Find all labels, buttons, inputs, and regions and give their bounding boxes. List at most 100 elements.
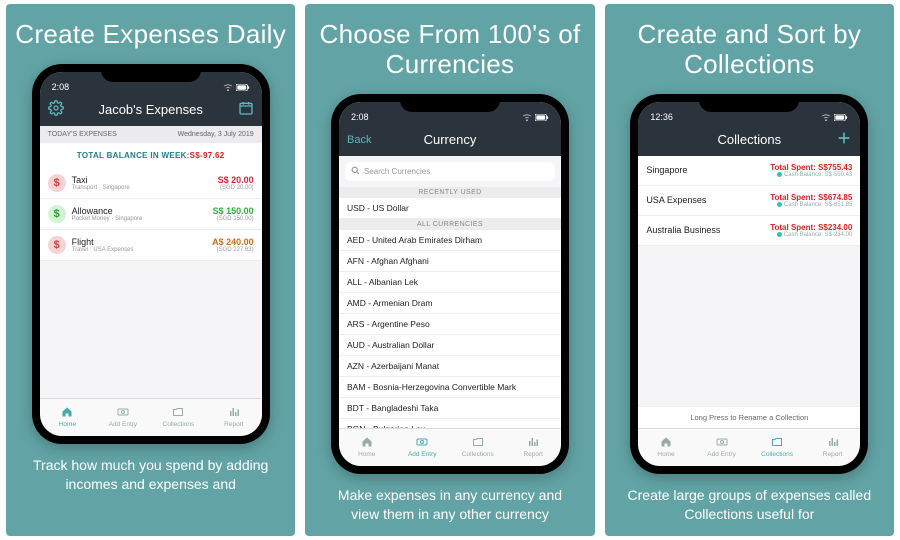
tab-label: Add Entry xyxy=(109,421,138,428)
tab-collections[interactable]: Collections xyxy=(450,429,506,466)
battery-icon xyxy=(535,114,549,121)
currency-row[interactable]: AED - United Arab Emirates Dirham xyxy=(339,230,561,251)
balance-value: S$-97.62 xyxy=(190,151,225,160)
currency-row[interactable]: AUD - Australian Dollar xyxy=(339,335,561,356)
expense-title: Taxi xyxy=(72,175,218,185)
screen-body: TODAY'S EXPENSES Wednesday, 3 July 2019 … xyxy=(40,126,262,398)
currency-row[interactable]: BAM - Bosnia-Herzegovina Convertible Mar… xyxy=(339,377,561,398)
expense-row[interactable]: $ TaxiTransport · Singapore S$ 20.00(SGD… xyxy=(40,168,262,199)
wifi-icon xyxy=(522,114,532,122)
add-entry-icon xyxy=(415,436,429,450)
collections-icon xyxy=(471,436,485,450)
home-icon xyxy=(360,436,374,450)
home-icon xyxy=(659,436,673,450)
tab-home[interactable]: Home xyxy=(40,399,96,436)
back-button[interactable]: Back xyxy=(347,134,371,146)
status-dot-icon xyxy=(777,202,782,207)
dollar-icon: $ xyxy=(48,174,66,192)
expense-row[interactable]: $ AllowancePocket Money · Singapore S$ 1… xyxy=(40,199,262,230)
status-icons xyxy=(522,114,549,122)
phone-screen: 12:36 Collections Singapore Total Spent:… xyxy=(638,102,860,466)
status-icons xyxy=(223,84,250,92)
add-collection-icon[interactable] xyxy=(836,130,852,149)
tab-label: Collections xyxy=(761,451,793,458)
panel-title: Choose From 100's of Currencies xyxy=(313,20,586,80)
wifi-icon xyxy=(821,114,831,122)
collection-cash: Cash Balance: S$-550.43 xyxy=(770,172,852,178)
tab-collections[interactable]: Collections xyxy=(151,399,207,436)
collection-total: Total Spent: S$755.43 xyxy=(770,163,852,172)
marketing-panels: Create Expenses Daily 2:08 Jacob's Expen… xyxy=(0,0,900,540)
report-icon xyxy=(526,436,540,450)
panel-caption: Create large groups of expenses called C… xyxy=(613,486,886,524)
status-dot-icon xyxy=(777,172,782,177)
expense-title: Allowance xyxy=(72,206,213,216)
tab-report[interactable]: Report xyxy=(805,429,861,466)
currency-row[interactable]: ALL - Albanian Lek xyxy=(339,272,561,293)
battery-icon xyxy=(834,114,848,121)
tab-home[interactable]: Home xyxy=(339,429,395,466)
add-entry-icon xyxy=(116,406,130,420)
tab-label: Collections xyxy=(462,451,494,458)
notch xyxy=(699,94,799,112)
calendar-icon[interactable] xyxy=(238,100,254,119)
tab-add-entry[interactable]: Add Entry xyxy=(394,429,450,466)
screen-body: Search Currencies RECENTLY USED USD - US… xyxy=(339,156,561,428)
app-header: Jacob's Expenses xyxy=(40,94,262,126)
tab-add-entry[interactable]: Add Entry xyxy=(95,399,151,436)
currency-row[interactable]: AMD - Armenian Dram xyxy=(339,293,561,314)
tab-report[interactable]: Report xyxy=(206,399,262,436)
expense-row[interactable]: $ FlightTravel · USA Expenses A$ 240.00(… xyxy=(40,230,262,261)
section-all: ALL CURRENCIES xyxy=(339,219,561,230)
panel-collections: Create and Sort by Collections 12:36 Col… xyxy=(605,4,894,536)
panel-title: Create and Sort by Collections xyxy=(613,20,886,80)
report-icon xyxy=(227,406,241,420)
report-icon xyxy=(826,436,840,450)
currency-row[interactable]: AZN - Azerbaijani Manat xyxy=(339,356,561,377)
notch xyxy=(400,94,500,112)
collection-row[interactable]: USA Expenses Total Spent: S$674.85 Cash … xyxy=(638,186,860,216)
phone-screen: 2:08 Jacob's Expenses TODAY'S EXPENSES W… xyxy=(40,72,262,436)
tab-label: Home xyxy=(657,451,674,458)
currency-row[interactable]: BGN - Bulgarian Lev xyxy=(339,419,561,428)
panel-title: Create Expenses Daily xyxy=(15,20,286,50)
tab-label: Report xyxy=(224,421,244,428)
screen-body: Singapore Total Spent: S$755.43 Cash Bal… xyxy=(638,156,860,428)
tab-home[interactable]: Home xyxy=(638,429,694,466)
expense-list: $ TaxiTransport · Singapore S$ 20.00(SGD… xyxy=(40,168,262,261)
expense-converted: (SGD 150.00) xyxy=(213,216,254,222)
settings-icon[interactable] xyxy=(48,100,64,119)
phone-frame: 2:08 Jacob's Expenses TODAY'S EXPENSES W… xyxy=(32,64,270,444)
tab-collections[interactable]: Collections xyxy=(749,429,805,466)
collections-list: Singapore Total Spent: S$755.43 Cash Bal… xyxy=(638,156,860,246)
collection-total: Total Spent: S$234.00 xyxy=(770,223,852,232)
panel-currency: Choose From 100's of Currencies 2:08 Bac… xyxy=(305,4,594,536)
expense-amount: S$ 20.00 xyxy=(218,175,254,185)
collection-name: USA Expenses xyxy=(646,195,770,205)
dollar-icon: $ xyxy=(48,205,66,223)
currency-row[interactable]: USD - US Dollar xyxy=(339,198,561,219)
search-input[interactable]: Search Currencies xyxy=(345,162,555,181)
search-icon xyxy=(351,166,360,177)
clock: 2:08 xyxy=(52,82,70,92)
currency-row[interactable]: BDT - Bangladeshi Taka xyxy=(339,398,561,419)
phone-frame: 2:08 Back Currency Search Currencies RE xyxy=(331,94,569,474)
home-icon xyxy=(60,406,74,420)
status-dot-icon xyxy=(777,232,782,237)
tab-report[interactable]: Report xyxy=(505,429,561,466)
expense-title: Flight xyxy=(72,237,212,247)
balance-banner: TOTAL BALANCE IN WEEK:S$-97.62 xyxy=(40,143,262,168)
collection-total: Total Spent: S$674.85 xyxy=(770,193,852,202)
dollar-icon: $ xyxy=(48,236,66,254)
tab-bar: Home Add Entry Collections Report xyxy=(638,428,860,466)
tab-add-entry[interactable]: Add Entry xyxy=(694,429,750,466)
collection-name: Australia Business xyxy=(646,225,770,235)
expense-amount: S$ 150.00 xyxy=(213,206,254,216)
collections-hint: Long Press to Rename a Collection xyxy=(638,406,860,428)
tab-bar: Home Add Entry Collections Report xyxy=(40,398,262,436)
collection-row[interactable]: Singapore Total Spent: S$755.43 Cash Bal… xyxy=(638,156,860,186)
currency-row[interactable]: ARS - Argentine Peso xyxy=(339,314,561,335)
currency-row[interactable]: AFN - Afghan Afghani xyxy=(339,251,561,272)
collection-row[interactable]: Australia Business Total Spent: S$234.00… xyxy=(638,216,860,246)
expense-subtitle: Travel · USA Expenses xyxy=(72,247,212,253)
